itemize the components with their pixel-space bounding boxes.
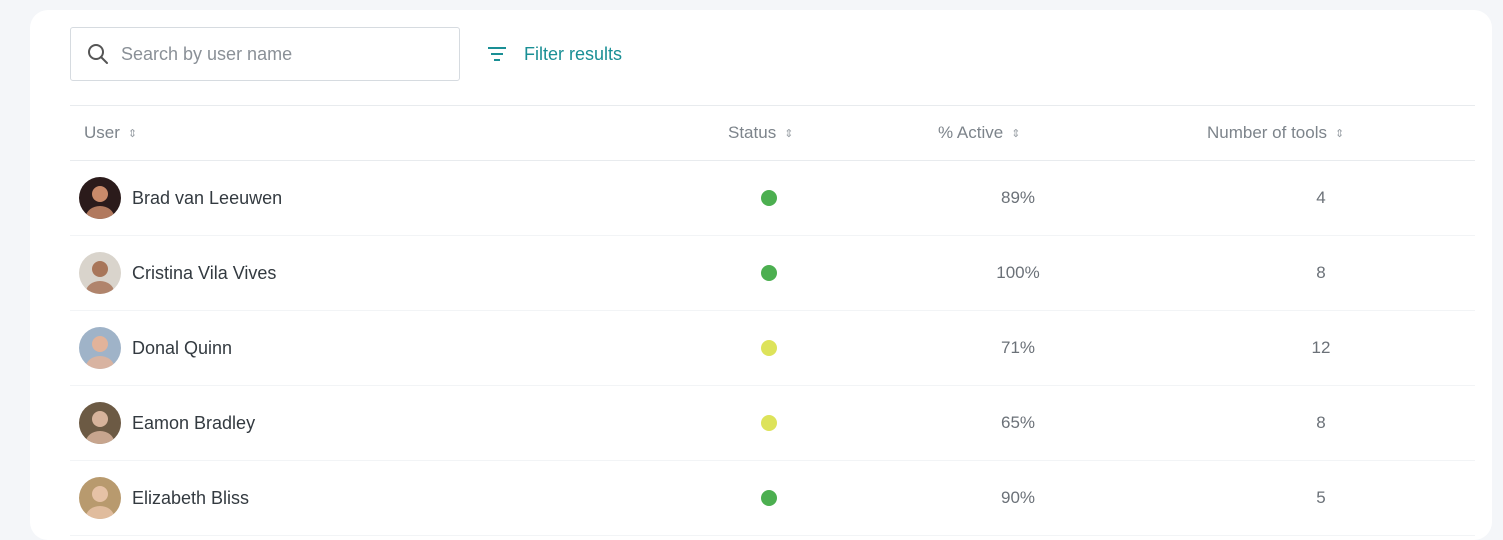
table-row[interactable]: Brad van Leeuwen 89% 4 — [70, 161, 1475, 236]
active-percent: 65% — [1000, 413, 1036, 432]
active-percent: 89% — [1000, 188, 1036, 207]
column-header-active[interactable]: % Active ⇕ — [938, 106, 1020, 160]
table-body: Brad van Leeuwen 89% 4 Cristina Vila Viv… — [70, 161, 1475, 536]
avatar-image — [79, 177, 121, 219]
users-table: User ⇕ Status ⇕ % Active ⇕ Number of too… — [70, 105, 1475, 536]
tool-count: 8 — [1316, 413, 1326, 432]
column-header-label: Status — [728, 123, 777, 142]
filter-results-button[interactable]: Filter results — [486, 27, 622, 81]
user-cell: Eamon Bradley — [70, 386, 255, 460]
avatar — [79, 327, 121, 369]
status-cell — [761, 461, 777, 535]
filter-icon — [486, 43, 508, 65]
users-card: Filter results User ⇕ Status ⇕ % Active … — [30, 10, 1492, 540]
user-name[interactable]: Brad van Leeuwen — [132, 188, 282, 209]
active-percent: 90% — [1000, 488, 1036, 507]
column-header-tools[interactable]: Number of tools ⇕ — [1207, 106, 1344, 160]
sort-icon: ⇕ — [1335, 127, 1345, 140]
avatar — [79, 177, 121, 219]
user-name[interactable]: Cristina Vila Vives — [132, 263, 276, 284]
avatar-image — [79, 252, 121, 294]
sort-icon: ⇕ — [784, 127, 794, 140]
tool-count: 8 — [1316, 263, 1326, 282]
user-name[interactable]: Elizabeth Bliss — [132, 488, 249, 509]
user-cell: Brad van Leeuwen — [70, 161, 282, 235]
tool-count: 4 — [1316, 188, 1326, 207]
status-cell — [761, 386, 777, 460]
table-row[interactable]: Donal Quinn 71% 12 — [70, 311, 1475, 386]
status-indicator — [761, 490, 777, 506]
column-header-user[interactable]: User ⇕ — [84, 106, 137, 160]
search-input[interactable] — [119, 42, 423, 66]
status-indicator — [761, 340, 777, 356]
column-header-status[interactable]: Status ⇕ — [728, 106, 793, 160]
column-header-label: User — [84, 123, 120, 142]
user-cell: Donal Quinn — [70, 311, 232, 385]
table-header: User ⇕ Status ⇕ % Active ⇕ Number of too… — [70, 105, 1475, 161]
filter-results-label: Filter results — [524, 43, 623, 64]
avatar-image — [79, 327, 121, 369]
avatar-image — [79, 402, 121, 444]
status-indicator — [761, 265, 777, 281]
user-name[interactable]: Eamon Bradley — [132, 413, 255, 434]
search-icon — [87, 43, 109, 65]
status-indicator — [761, 190, 777, 206]
active-percent: 100% — [996, 263, 1040, 282]
active-percent: 71% — [1000, 338, 1036, 357]
status-cell — [761, 311, 777, 385]
column-header-label: Number of tools — [1207, 123, 1327, 142]
user-name[interactable]: Donal Quinn — [132, 338, 232, 359]
avatar-image — [79, 477, 121, 519]
status-cell — [761, 161, 777, 235]
table-row[interactable]: Elizabeth Bliss 90% 5 — [70, 461, 1475, 536]
column-header-label: % Active — [938, 123, 1004, 142]
tool-count: 5 — [1316, 488, 1326, 507]
sort-icon: ⇕ — [127, 127, 138, 140]
user-cell: Cristina Vila Vives — [70, 236, 276, 310]
avatar — [79, 477, 121, 519]
toolbar: Filter results — [70, 27, 1450, 83]
status-indicator — [761, 415, 777, 431]
table-row[interactable]: Cristina Vila Vives 100% 8 — [70, 236, 1475, 311]
avatar — [79, 252, 121, 294]
table-row[interactable]: Eamon Bradley 65% 8 — [70, 386, 1475, 461]
avatar — [79, 402, 121, 444]
search-box[interactable] — [70, 27, 460, 81]
user-cell: Elizabeth Bliss — [70, 461, 249, 535]
sort-icon: ⇕ — [1011, 127, 1021, 140]
tool-count: 12 — [1311, 338, 1331, 357]
status-cell — [761, 236, 777, 310]
